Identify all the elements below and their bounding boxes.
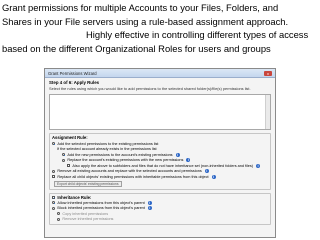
option-label: Allow inherited permissions from this ob…	[57, 200, 145, 205]
grant-permissions-wizard-dialog: Grant Permissions Wizard x Step 4 of 6: …	[44, 68, 276, 238]
option-label: Replace all child objects' existing perm…	[57, 174, 209, 179]
option-label: Remove inherited permissions	[62, 217, 114, 222]
radio-button[interactable]	[52, 169, 56, 173]
info-icon[interactable]: i	[204, 169, 209, 174]
radio-button[interactable]	[62, 153, 66, 157]
option-label: Block inherited permissions from this ob…	[57, 206, 145, 211]
option-label: Add the new permissions to the account's…	[67, 152, 173, 157]
info-icon[interactable]: i	[211, 174, 216, 179]
checkbox[interactable]: ✓	[52, 195, 56, 199]
radio-button[interactable]	[62, 158, 66, 162]
option-label: Replace the account's existing permissio…	[67, 158, 184, 163]
export-child-permissions-button[interactable]: Export child objects' existing permissio…	[54, 180, 122, 187]
option-label: If the selected account already exists i…	[57, 147, 157, 152]
rule-remove-inherited[interactable]: Remove inherited permissions	[52, 217, 268, 223]
checkbox[interactable]	[67, 164, 71, 168]
list-scrollbar[interactable]	[265, 95, 270, 129]
info-icon[interactable]: i	[147, 200, 152, 205]
checkbox[interactable]	[52, 175, 56, 179]
assignment-rule-group: Assignment Rule: Add the selected permis…	[49, 133, 271, 190]
caption-line-3: Highly effective in controlling differen…	[86, 29, 309, 41]
selected-items-list[interactable]	[49, 94, 271, 130]
option-label: Also apply the above to subfolders and f…	[72, 163, 254, 168]
dialog-title: Grant Permissions Wizard	[48, 70, 97, 76]
radio-button[interactable]	[57, 212, 61, 216]
step-heading: Step 4 of 6: Apply Rules	[49, 80, 100, 85]
radio-button[interactable]	[52, 201, 56, 205]
option-label: Copy inherited permissions	[62, 211, 109, 216]
close-icon[interactable]: x	[264, 70, 272, 76]
dialog-titlebar: Grant Permissions Wizard x	[45, 69, 275, 78]
slide-caption: Grant permissions for multiple Accounts …	[2, 1, 318, 55]
rule-apply-to-subfolders[interactable]: Also apply the above to subfolders and f…	[52, 163, 268, 169]
info-icon[interactable]: i	[256, 163, 261, 168]
info-icon[interactable]: i	[175, 152, 180, 157]
assignment-rule-label: Assignment Rule:	[52, 135, 88, 140]
info-icon[interactable]: i	[186, 158, 191, 163]
caption-line-4: based on the different Organizational Ro…	[2, 42, 271, 54]
radio-button[interactable]	[52, 142, 56, 146]
option-label: Add the selected permissions to the exis…	[57, 141, 159, 146]
inheritance-rule-label: Inheritance Rule:	[57, 194, 92, 200]
caption-line-2: Shares in your File servers using a rule…	[2, 15, 289, 27]
step-description: Select the rules using which you would l…	[49, 86, 251, 91]
info-icon[interactable]: i	[147, 206, 152, 211]
radio-button[interactable]	[57, 217, 61, 221]
inheritance-rule-group: ✓ Inheritance Rule: Allow inherited perm…	[49, 192, 271, 225]
rule-replace-child-objects[interactable]: Replace all child objects' existing perm…	[52, 174, 268, 180]
radio-button[interactable]	[52, 206, 56, 210]
caption-line-1: Grant permissions for multiple Accounts …	[2, 2, 279, 13]
option-label: Remove all existing accounts and replace…	[57, 169, 202, 174]
